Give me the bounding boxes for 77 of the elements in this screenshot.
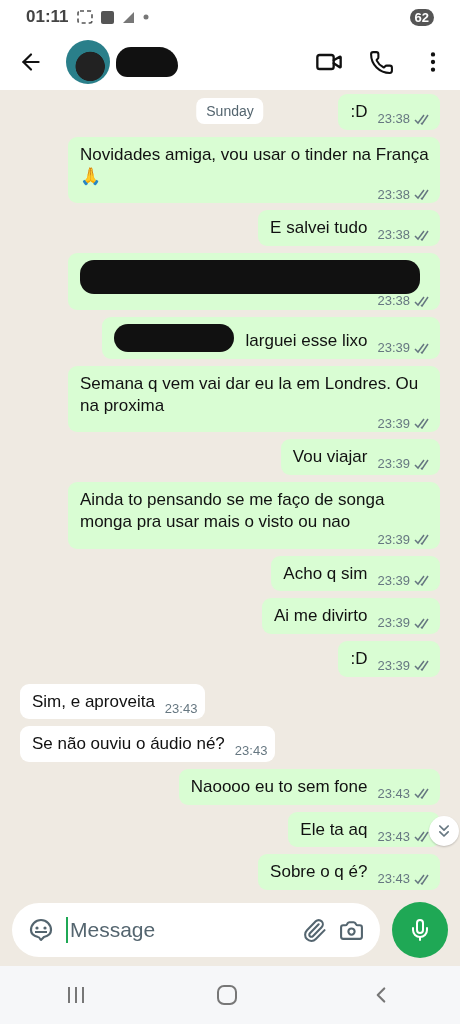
message-text: :D bbox=[350, 101, 368, 123]
message-time: 23:38 bbox=[377, 228, 410, 243]
message-text: Semana q vem vai dar eu la em Londres. Ou na proxima bbox=[80, 372, 420, 417]
outgoing-message-bubble[interactable]: Ainda to pensando se me faço de songa monga pra usar mais o visto ou nao 23:39 bbox=[68, 481, 440, 549]
attach-icon[interactable] bbox=[302, 917, 327, 943]
double-check-icon bbox=[414, 575, 432, 587]
message-input[interactable]: Message bbox=[66, 917, 290, 943]
message-input-field[interactable]: Message bbox=[12, 903, 380, 957]
outgoing-message-bubble[interactable]: 23:38 bbox=[68, 253, 440, 311]
microphone-button[interactable] bbox=[392, 902, 448, 958]
message-time: 23:39 bbox=[377, 341, 410, 356]
message-time: 23:38 bbox=[377, 112, 410, 126]
outgoing-message-bubble[interactable]: Acho q sim 23:39 bbox=[271, 555, 440, 592]
sticker-icon[interactable] bbox=[28, 917, 54, 943]
message-text: Naoooo eu to sem fone bbox=[190, 776, 368, 798]
outgoing-message-bubble[interactable]: Novidades amiga, vou usar o tinder na França 🙏 23:38 bbox=[68, 136, 440, 204]
message-time: 23:38 bbox=[377, 187, 410, 202]
signal-icon bbox=[121, 10, 135, 24]
message-text: :D bbox=[350, 647, 368, 670]
message-text: larguei esse lixo bbox=[245, 330, 368, 353]
message-time: 23:43 bbox=[377, 872, 410, 887]
double-check-icon bbox=[414, 660, 432, 672]
message-text: Sim, e aproveita bbox=[32, 690, 155, 713]
date-chip: Sunday bbox=[196, 98, 264, 124]
message-text: Novidades amiga, vou usar o tinder na França 🙏 bbox=[80, 143, 430, 188]
message-time: 23:43 bbox=[377, 787, 410, 801]
dot-icon bbox=[142, 14, 149, 20]
message-time: 23:43 bbox=[377, 829, 410, 844]
incoming-message-bubble[interactable]: Se não ouviu o áudio né? 23:43 bbox=[20, 726, 276, 762]
double-check-icon bbox=[414, 295, 432, 307]
incoming-message-bubble[interactable]: Sim, e aproveita 23:43 bbox=[20, 683, 206, 720]
recent-apps-icon[interactable] bbox=[65, 986, 86, 1004]
double-check-icon bbox=[414, 831, 432, 843]
message-time: 23:43 bbox=[164, 701, 198, 716]
outgoing-message-bubble[interactable]: larguei esse lixo 23:39 bbox=[101, 317, 440, 359]
message-time: 23:39 bbox=[377, 532, 410, 547]
outgoing-message-bubble[interactable]: Ai me divirto 23:39 bbox=[261, 598, 440, 634]
double-check-icon bbox=[414, 617, 432, 629]
double-check-icon bbox=[414, 873, 432, 885]
message-time: 23:38 bbox=[377, 294, 410, 308]
double-check-icon bbox=[414, 229, 432, 241]
screenshot-icon bbox=[76, 10, 93, 24]
message-time: 23:39 bbox=[377, 616, 410, 631]
status-time: 01:11 bbox=[26, 7, 69, 27]
message-time: 23:39 bbox=[377, 573, 410, 588]
battery-level: 62 bbox=[409, 8, 434, 26]
double-check-icon bbox=[414, 458, 432, 470]
message-time: 23:39 bbox=[377, 416, 410, 431]
message-time: 23:43 bbox=[234, 744, 268, 759]
message-text: Acho q sim bbox=[283, 562, 368, 585]
message-text: Vou viajar bbox=[292, 446, 368, 469]
double-check-icon bbox=[414, 342, 432, 354]
double-check-icon bbox=[414, 418, 432, 430]
outgoing-message-bubble[interactable]: :D 23:38 bbox=[338, 94, 440, 130]
phone-icon[interactable] bbox=[369, 49, 394, 75]
scroll-down-button[interactable] bbox=[429, 816, 459, 846]
home-icon[interactable] bbox=[217, 985, 237, 1005]
outgoing-message-bubble[interactable]: Vou viajar 23:39 bbox=[280, 439, 440, 475]
outgoing-message-bubble[interactable]: Sobre o q é? 23:43 bbox=[258, 854, 440, 890]
message-text: Ele ta aq bbox=[300, 818, 368, 841]
message-time: 23:39 bbox=[377, 457, 410, 472]
message-text: Ainda to pensando se me faço de songa monga pra usar mais o visto ou nao bbox=[80, 488, 386, 533]
message-text: Ai me divirto bbox=[273, 605, 368, 628]
double-check-icon bbox=[414, 534, 432, 546]
outgoing-message-bubble[interactable]: E salvei tudo 23:38 bbox=[258, 210, 440, 246]
message-text: Sobre o q é? bbox=[270, 861, 368, 884]
outgoing-message-bubble[interactable]: :D 23:39 bbox=[338, 640, 440, 677]
message-text: E salvei tudo bbox=[270, 217, 368, 240]
avatar-circle[interactable] bbox=[66, 40, 110, 84]
outgoing-message-bubble[interactable]: Semana q vem vai dar eu la em Londres. Ou na proxima 23:39 bbox=[68, 365, 440, 433]
outgoing-message-bubble[interactable]: Naoooo eu to sem fone 23:43 bbox=[178, 769, 440, 805]
double-check-icon bbox=[414, 113, 432, 125]
double-check-icon bbox=[414, 788, 432, 800]
double-check-icon bbox=[414, 189, 432, 201]
message-text: Se não ouviu o áudio né? bbox=[32, 733, 225, 756]
message-time: 23:39 bbox=[377, 658, 410, 673]
outgoing-message-bubble[interactable]: Ele ta aq 23:43 bbox=[288, 811, 440, 848]
